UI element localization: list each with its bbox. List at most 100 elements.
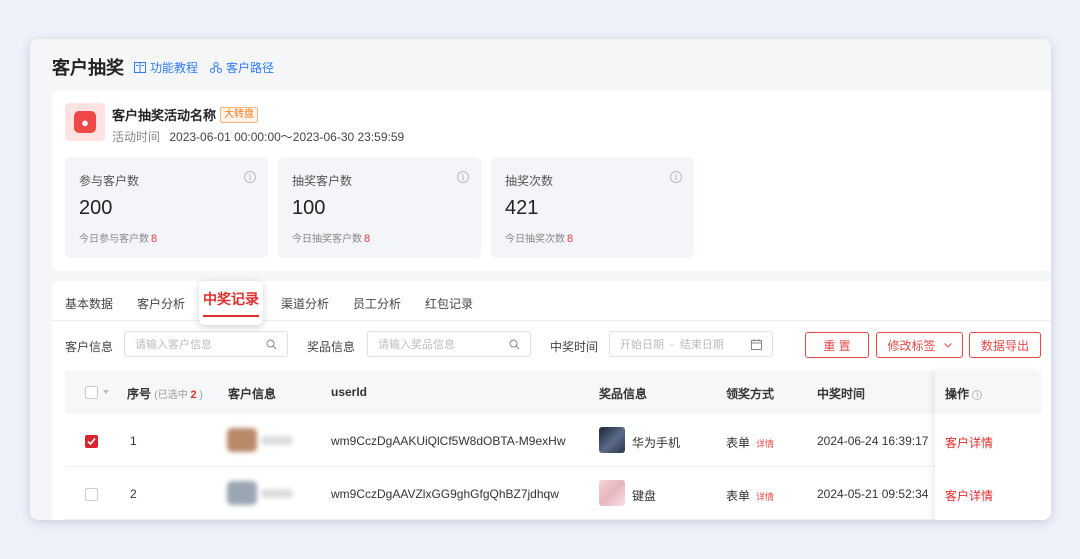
edit-tag-button[interactable]: 修改标签: [876, 332, 963, 358]
export-data-button[interactable]: 数据导出: [969, 332, 1041, 358]
activity-time-label: 活动时间: [112, 130, 161, 144]
column-action-label: 操作: [945, 387, 970, 401]
tab-channel-analysis[interactable]: 渠道分析: [281, 295, 329, 312]
row-index: 1: [130, 434, 137, 448]
stat-card-draw-count: 抽奖次数 i 421 今日抽奖次数 8: [491, 157, 694, 258]
customer-detail-link[interactable]: 客户详情: [945, 434, 993, 451]
customer-avatar: [227, 481, 257, 505]
info-icon[interactable]: i: [457, 171, 469, 183]
row-claim-method: 表单: [726, 489, 751, 503]
tab-winning-records[interactable]: 中奖记录: [199, 281, 263, 325]
stat-sub-value: 8: [567, 233, 574, 245]
column-prize: 奖品信息: [599, 387, 648, 401]
activity-panel: ● 客户抽奖活动名称 大转盘 活动时间 2023-06-01 00:00:00～…: [52, 91, 1051, 271]
row-claim: 表单 详情: [726, 434, 774, 451]
active-tab-underline: [203, 315, 259, 317]
customer-name-redacted: [261, 489, 293, 498]
win-time-filter-label: 中奖时间: [550, 340, 599, 354]
row-prize: 键盘: [632, 489, 657, 503]
customer-detail-link[interactable]: 客户详情: [945, 487, 993, 504]
stat-value: 200: [79, 197, 113, 219]
stat-value: 100: [292, 197, 326, 219]
tab-basic-data[interactable]: 基本数据: [65, 295, 113, 312]
selected-prefix: (已选中: [154, 390, 188, 401]
row-win-time: 2024-05-21 09:52:34: [817, 487, 929, 501]
date-range-text: 开始日期 - 结束日期: [620, 336, 724, 352]
prize-search-input[interactable]: 请输入奖品信息: [367, 331, 531, 357]
stat-sub: 今日参与客户数 8: [79, 230, 157, 245]
customer-search-placeholder: 请输入客户信息: [135, 339, 212, 351]
stat-sub-value: 8: [364, 233, 371, 245]
tutorial-link-label: 功能教程: [150, 60, 199, 75]
stat-sub-label: 今日抽奖次数: [505, 234, 565, 245]
column-win-time: 中奖时间: [817, 387, 866, 401]
activity-name-text: 客户抽奖活动名称: [112, 108, 217, 123]
stat-sub-value: 8: [151, 233, 158, 245]
table-row: 2 wm9CczDgAAVZlxGG9ghGfgQhBZ7jdhqw 键盘 表单…: [65, 467, 1041, 520]
activity-type-badge: 大转盘: [220, 106, 259, 123]
row-checkbox[interactable]: [85, 488, 98, 501]
date-range-picker[interactable]: 开始日期 - 结束日期: [609, 331, 773, 357]
info-icon[interactable]: i: [244, 171, 256, 183]
info-icon[interactable]: i: [972, 389, 983, 400]
row-claim-method: 表单: [726, 436, 751, 450]
stat-card-drawers: 抽奖客户数 i 100 今日抽奖客户数 8: [278, 157, 481, 258]
page-header: 客户抽奖 功能教程 客户路径: [52, 52, 286, 82]
page-title: 客户抽奖: [52, 58, 124, 78]
tab-staff-analysis[interactable]: 员工分析: [353, 295, 401, 312]
tab-customer-analysis[interactable]: 客户分析: [137, 295, 185, 312]
caret-down-icon[interactable]: [103, 390, 109, 394]
info-icon[interactable]: i: [670, 171, 682, 183]
activity-name: 客户抽奖活动名称 大转盘: [112, 105, 259, 124]
row-userid: wm9CczDgAAVZlxGG9ghGfgQhBZ7jdhqw: [331, 487, 559, 501]
selected-count: (已选中 2 ): [154, 389, 203, 401]
column-customer: 客户信息: [228, 387, 277, 401]
claim-detail-link[interactable]: 详情: [756, 492, 774, 502]
column-action: 操作 i: [945, 385, 983, 402]
stat-sub: 今日抽奖次数 8: [505, 230, 573, 245]
search-icon: [266, 339, 277, 349]
start-date-placeholder: 开始日期: [620, 339, 664, 351]
tab-red-packet-records[interactable]: 红包记录: [425, 295, 473, 312]
lottery-card: 客户抽奖 功能教程 客户路径 ● 客户抽奖活动名称 大转盘 活动时间 2023-…: [30, 39, 1051, 520]
row-prize: 华为手机: [632, 436, 681, 450]
customer-path-link-label: 客户路径: [226, 60, 275, 75]
row-checkbox-checked[interactable]: [85, 435, 98, 448]
stat-label: 抽奖次数: [505, 174, 554, 188]
tutorial-link[interactable]: 功能教程: [134, 59, 198, 76]
column-userid: userId: [331, 385, 368, 399]
selected-suffix: ): [199, 390, 203, 401]
stat-sub-label: 今日抽奖客户数: [292, 234, 362, 245]
table-row: 1 wm9CczDgAAKUiQlCf5W8dOBTA-M9exHw 华为手机 …: [65, 414, 1041, 467]
check-icon: [87, 437, 96, 446]
calendar-icon: [751, 338, 762, 350]
customer-search-input[interactable]: 请输入客户信息: [124, 331, 288, 357]
stat-card-participants: 参与客户数 i 200 今日参与客户数 8: [65, 157, 268, 258]
claim-detail-link[interactable]: 详情: [756, 439, 774, 449]
row-claim: 表单 详情: [726, 487, 774, 504]
customer-avatar: [227, 428, 257, 452]
edit-tag-label: 修改标签: [887, 338, 936, 353]
book-icon: [134, 61, 146, 73]
column-index: 序号 (已选中 2 ): [127, 385, 203, 402]
tab-bar: 基本数据 客户分析 中奖记录 渠道分析 员工分析 红包记录: [52, 281, 1051, 325]
end-date-placeholder: 结束日期: [679, 339, 724, 351]
select-all-checkbox[interactable]: [85, 386, 98, 399]
prize-search-placeholder: 请输入奖品信息: [378, 339, 455, 351]
lottery-app-icon: ●: [65, 103, 105, 141]
customer-path-link[interactable]: 客户路径: [210, 59, 274, 76]
tab-winning-records-label: 中奖记录: [203, 291, 259, 307]
activity-time: 活动时间 2023-06-01 00:00:00～2023-06-30 23:5…: [112, 128, 404, 145]
reset-button[interactable]: 重 置: [805, 332, 869, 358]
stat-label: 抽奖客户数: [292, 174, 353, 188]
row-win-time: 2024-06-24 16:39:17: [817, 434, 929, 448]
path-icon: [210, 61, 223, 73]
chevron-down-icon: [943, 342, 952, 348]
row-userid: wm9CczDgAAKUiQlCf5W8dOBTA-M9exHw: [331, 434, 566, 448]
table-header: 序号 (已选中 2 ) 客户信息 userId 奖品信息 领奖方式 中奖时间: [65, 371, 1041, 414]
row-index: 2: [130, 487, 137, 501]
column-index-label: 序号: [127, 387, 152, 401]
prize-filter-label: 奖品信息: [307, 340, 356, 354]
search-icon: [509, 339, 520, 349]
activity-time-value: 2023-06-01 00:00:00～2023-06-30 23:59:59: [169, 130, 405, 144]
